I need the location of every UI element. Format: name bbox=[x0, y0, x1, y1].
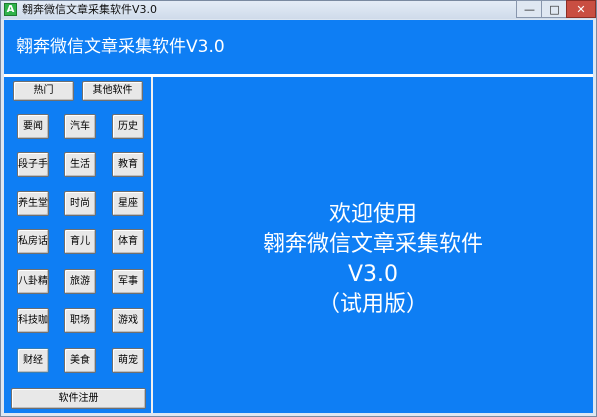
category-button[interactable]: 旅游 bbox=[64, 269, 96, 294]
category-button[interactable]: 星座 bbox=[112, 191, 144, 216]
category-button[interactable]: 私房话 bbox=[17, 229, 49, 254]
category-button[interactable]: 军事 bbox=[112, 269, 144, 294]
category-button[interactable]: 职场 bbox=[64, 308, 96, 333]
category-button[interactable]: 要闻 bbox=[17, 114, 49, 139]
maximize-button[interactable]: □ bbox=[541, 0, 567, 18]
category-button[interactable]: 八卦精 bbox=[17, 269, 49, 294]
close-button[interactable]: ✕ bbox=[566, 0, 596, 18]
category-button[interactable]: 体育 bbox=[112, 229, 144, 254]
category-button[interactable]: 科技咖 bbox=[17, 308, 49, 333]
welcome-line: 欢迎使用 bbox=[328, 202, 417, 227]
window-title: 翱奔微信文章采集软件V3.0 bbox=[22, 3, 158, 16]
category-button[interactable]: 段子手 bbox=[17, 152, 49, 177]
category-button[interactable]: 汽车 bbox=[64, 114, 96, 139]
register-button[interactable]: 软件注册 bbox=[11, 388, 146, 409]
category-button[interactable]: 时尚 bbox=[64, 191, 96, 216]
header-title: 翱奔微信文章采集软件V3.0 bbox=[16, 37, 225, 57]
minimize-button[interactable]: — bbox=[516, 0, 542, 18]
tab-hot[interactable]: 热门 bbox=[13, 81, 74, 101]
welcome-trial: （试用版） bbox=[317, 292, 428, 317]
app-icon: A bbox=[4, 3, 17, 16]
category-button[interactable]: 育儿 bbox=[64, 229, 96, 254]
welcome-app-name: 翱奔微信文章采集软件 bbox=[262, 232, 483, 257]
category-button[interactable]: 养生堂 bbox=[17, 191, 49, 216]
category-button[interactable]: 历史 bbox=[112, 114, 144, 139]
category-button[interactable]: 生活 bbox=[64, 152, 96, 177]
category-button[interactable]: 萌宠 bbox=[112, 348, 144, 373]
welcome-version: V3.0 bbox=[347, 262, 399, 287]
category-button[interactable]: 教育 bbox=[112, 152, 144, 177]
category-button[interactable]: 财经 bbox=[17, 348, 49, 373]
tab-other-software[interactable]: 其他软件 bbox=[82, 81, 143, 101]
category-button[interactable]: 游戏 bbox=[112, 308, 144, 333]
header-banner: 翱奔微信文章采集软件V3.0 bbox=[4, 20, 593, 74]
category-button[interactable]: 美食 bbox=[64, 348, 96, 373]
welcome-message: 欢迎使用 翱奔微信文章采集软件 V3.0 （试用版） bbox=[153, 200, 593, 320]
